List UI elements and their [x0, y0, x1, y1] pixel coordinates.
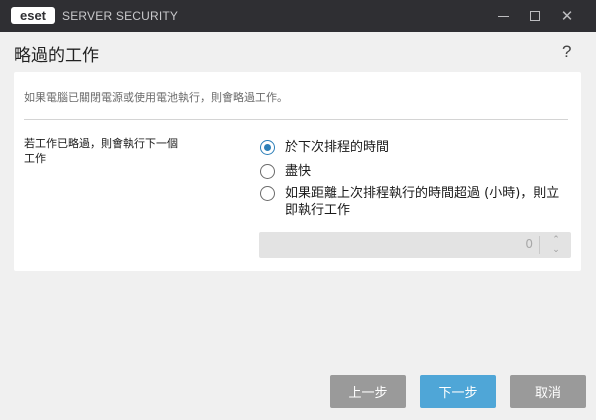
maximize-icon	[530, 11, 540, 21]
option-label: 於下次排程的時間	[285, 140, 390, 155]
chevron-up-icon[interactable]: ⌃	[549, 235, 563, 245]
app-name: SERVER SECURITY	[62, 9, 179, 23]
back-button[interactable]: 上一步	[330, 375, 406, 408]
radio-unselected[interactable]	[260, 164, 275, 179]
maximize-button[interactable]	[518, 0, 552, 32]
close-button[interactable]: ✕	[550, 0, 584, 32]
eset-logo: eset	[11, 7, 55, 24]
option-asap[interactable]: 盡快	[260, 163, 311, 180]
description-text: 如果電腦已關閉電源或使用電池執行，則會略過工作。	[24, 91, 288, 104]
settings-card: 如果電腦已關閉電源或使用電池執行，則會略過工作。 若工作已略過，則會執行下一個工…	[14, 72, 581, 271]
setting-label: 若工作已略過，則會執行下一個工作	[24, 137, 178, 165]
cancel-button[interactable]: 取消	[510, 375, 586, 408]
divider	[24, 119, 568, 120]
page-title: 略過的工作	[14, 46, 99, 66]
close-icon: ✕	[560, 7, 574, 25]
hours-stepper[interactable]: 0 ⌃ ⌄	[259, 232, 571, 258]
minimize-button[interactable]	[486, 0, 520, 32]
minimize-icon	[497, 15, 509, 17]
radio-selected[interactable]	[260, 140, 275, 155]
radio-unselected[interactable]	[260, 186, 275, 201]
chevron-down-icon[interactable]: ⌄	[549, 245, 563, 255]
hours-value: 0	[525, 237, 533, 251]
option-label: 盡快	[285, 164, 312, 179]
title-bar: eset SERVER SECURITY ✕	[0, 0, 596, 32]
stepper-divider	[539, 236, 540, 254]
option-run-if-overdue[interactable]: 如果距離上次排程執行的時間超過 (小時)，則立即執行工作	[260, 185, 560, 219]
option-next-scheduled[interactable]: 於下次排程的時間	[260, 139, 389, 156]
option-label: 如果距離上次排程執行的時間超過 (小時)，則立即執行工作	[285, 186, 560, 218]
next-button[interactable]: 下一步	[420, 375, 496, 408]
help-button[interactable]: ?	[562, 42, 571, 62]
